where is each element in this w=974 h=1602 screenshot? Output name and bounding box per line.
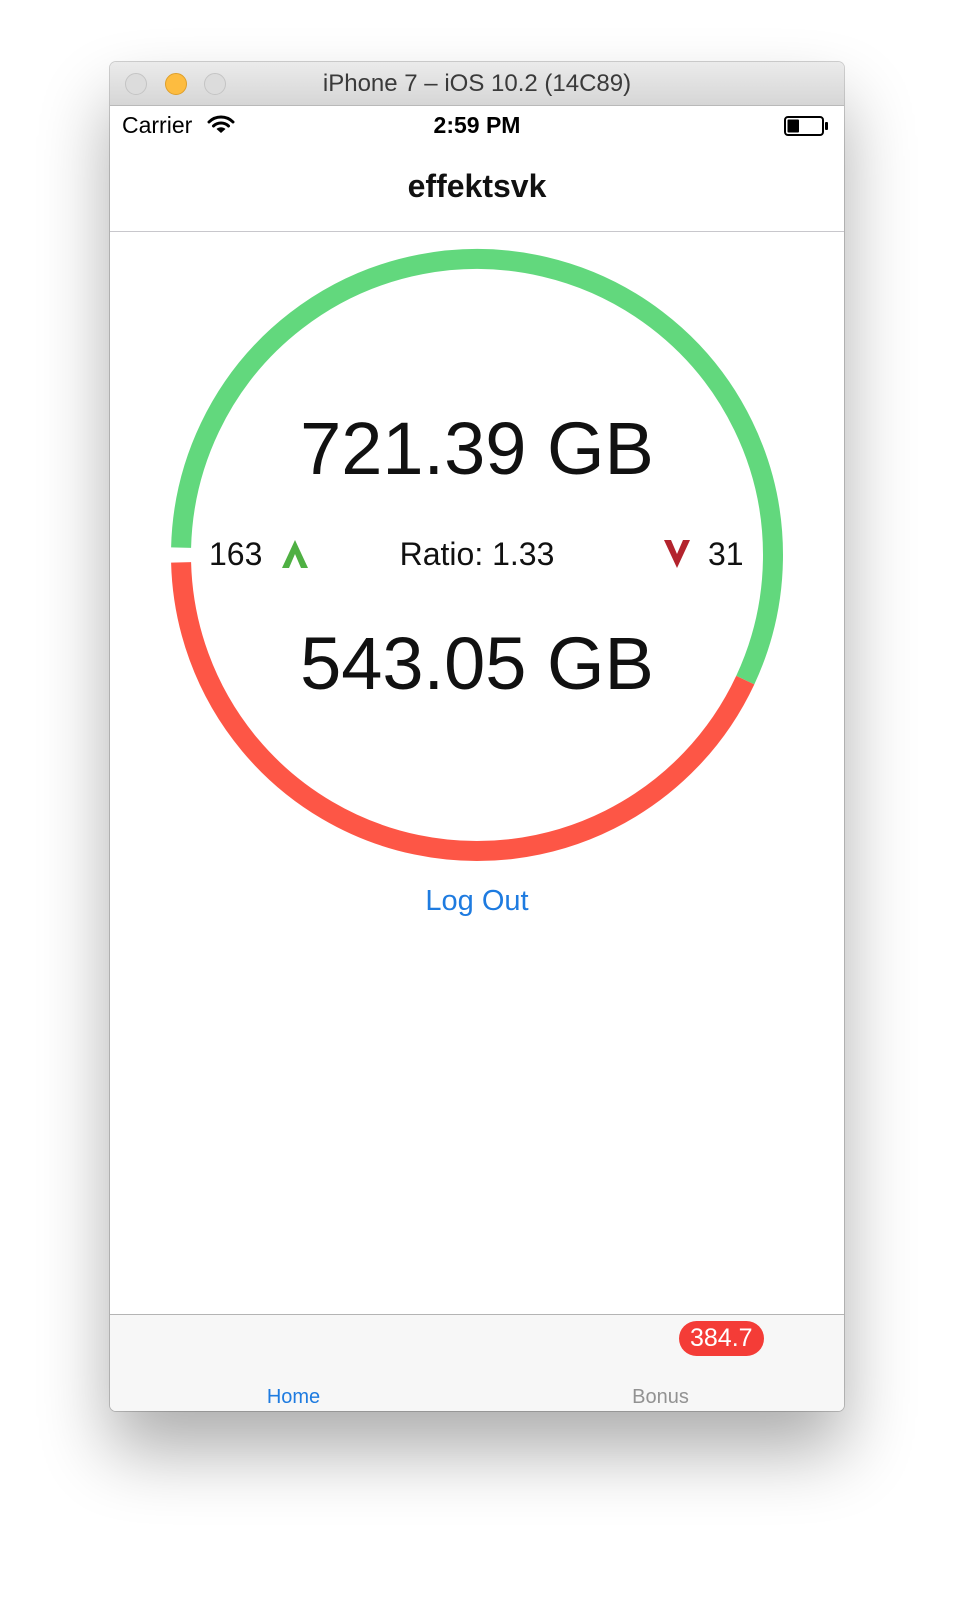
down-arrow-icon bbox=[664, 540, 690, 568]
simulator-window: iPhone 7 – iOS 10.2 (14C89) Carrier 2:59… bbox=[110, 62, 844, 1411]
uploaded-amount: 721.39 GB bbox=[300, 407, 654, 490]
bonus-badge: 384.7 bbox=[679, 1321, 764, 1356]
page-title: effektsvk bbox=[407, 168, 547, 204]
status-bar: Carrier 2:59 PM bbox=[110, 106, 844, 146]
window-title: iPhone 7 – iOS 10.2 (14C89) bbox=[322, 70, 632, 97]
leeching-count: 31 bbox=[708, 536, 744, 572]
download-arc bbox=[171, 562, 755, 861]
downloaded-amount: 543.05 GB bbox=[300, 622, 654, 705]
tab-bonus[interactable]: 384.7 Bonus bbox=[477, 1315, 844, 1411]
log-out-button[interactable]: Log Out bbox=[377, 885, 577, 918]
tab-bonus-label: Bonus bbox=[632, 1386, 689, 1408]
window-titlebar: iPhone 7 – iOS 10.2 (14C89) bbox=[110, 62, 844, 106]
tab-home[interactable]: Home bbox=[110, 1315, 477, 1411]
navigation-bar: effektsvk bbox=[110, 146, 844, 232]
status-time: 2:59 PM bbox=[433, 112, 521, 138]
tab-home-label: Home bbox=[266, 1386, 321, 1408]
tab-bar: Home 384.7 Bonus bbox=[110, 1314, 844, 1411]
battery-icon bbox=[784, 116, 828, 136]
